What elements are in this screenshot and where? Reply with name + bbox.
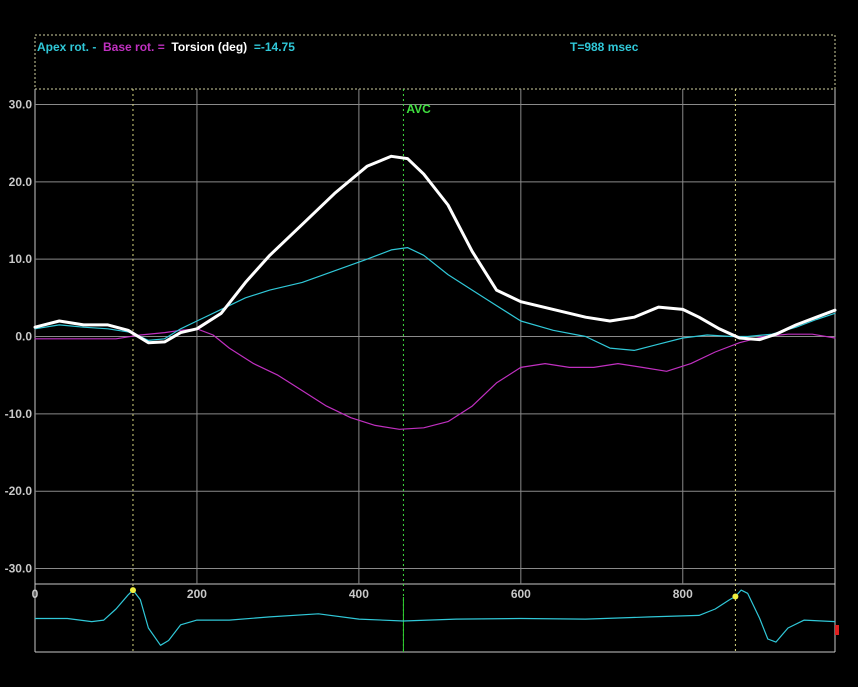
event-marker-label: AVC — [406, 102, 431, 116]
x-tick-label: 0 — [32, 587, 39, 601]
y-tick-label: -20.0 — [5, 484, 33, 498]
ecg-marker-dot — [129, 587, 136, 594]
x-tick-label: 200 — [187, 587, 207, 601]
apex-legend: Apex rot. - — [37, 40, 97, 54]
x-tick-label: 800 — [673, 587, 693, 601]
period-readout: T=988 msec — [570, 40, 639, 54]
torsion-value: =-14.75 — [253, 40, 295, 54]
x-tick-label: 600 — [511, 587, 531, 601]
y-tick-label: 10.0 — [9, 252, 33, 266]
legend-text: Apex rot. - Base rot. = Torsion (deg) =-… — [37, 40, 295, 54]
x-tick-label: 400 — [349, 587, 369, 601]
base-legend: Base rot. = — [103, 40, 165, 54]
torsion-chart: AVC 30.0 20.0 10.0 0.0 -10.0 -20.0 -30.0 0 200 40… — [0, 0, 858, 687]
y-tick-label: 20.0 — [9, 175, 33, 189]
y-tick-label: 30.0 — [9, 97, 33, 111]
y-tick-label: -30.0 — [5, 562, 33, 576]
y-tick-label: -10.0 — [5, 407, 33, 421]
ecg-marker-dot — [732, 593, 739, 600]
torsion-legend: Torsion (deg) — [171, 40, 248, 54]
y-tick-label: 0.0 — [15, 330, 32, 344]
ecg-end-marker — [835, 625, 839, 635]
